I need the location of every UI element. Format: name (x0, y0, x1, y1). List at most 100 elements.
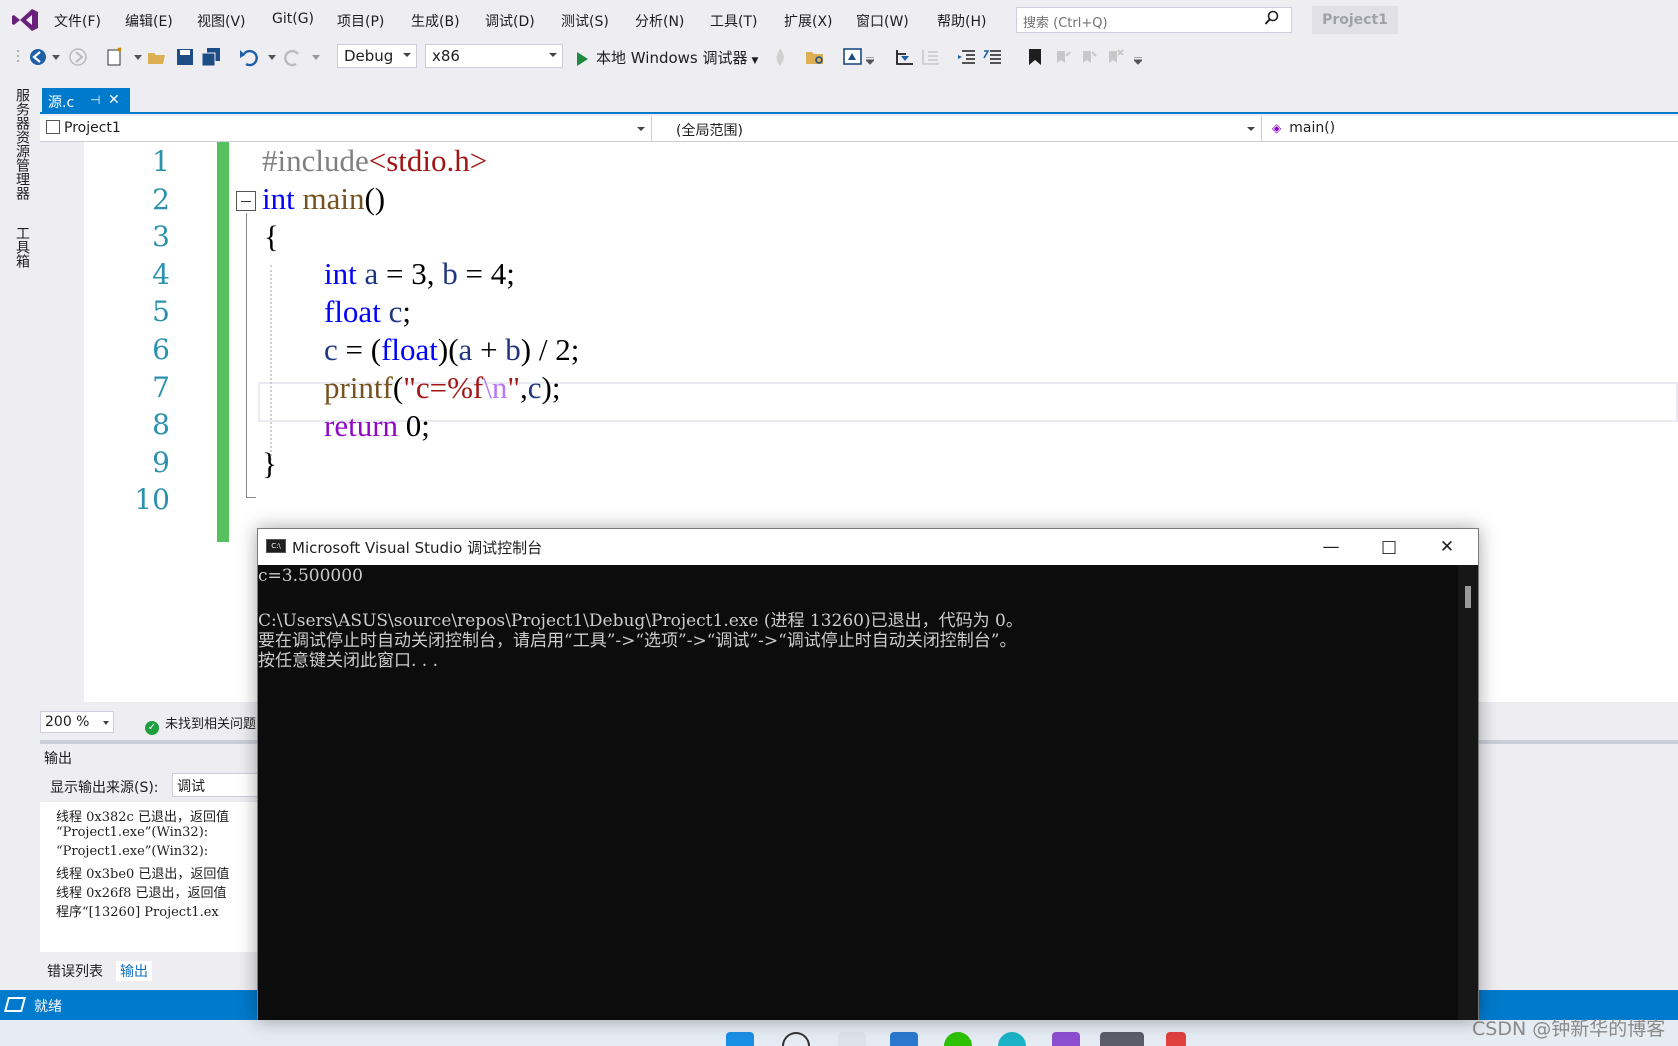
maximize-button[interactable]: □ (1360, 529, 1418, 565)
platform-value: x86 (432, 47, 460, 65)
code-text: ; (402, 294, 411, 329)
output-source-select[interactable]: 调试 (172, 773, 262, 797)
debug-target-label: 本地 Windows 调试器 (596, 49, 748, 67)
variable: b (505, 332, 521, 367)
collapse-region-icon[interactable] (236, 191, 256, 211)
project-icon (46, 120, 60, 134)
visual-studio-taskbar-icon[interactable] (1052, 1032, 1080, 1046)
issues-text: 未找到相关问题 (165, 717, 257, 732)
code-line-8[interactable]: return 0; (324, 408, 430, 444)
undo-icon[interactable] (238, 46, 260, 68)
clear-bookmarks-icon[interactable] (1104, 46, 1126, 68)
close-tab-icon[interactable]: ✕ (108, 92, 120, 108)
code-text: = ( (337, 332, 382, 367)
variable: c (324, 332, 338, 367)
chevron-down-icon[interactable] (268, 55, 276, 61)
code-line-2[interactable]: int main() (262, 181, 385, 217)
open-folder-icon[interactable] (146, 46, 168, 68)
code-line-1[interactable]: #include<stdio.h> (262, 143, 487, 179)
step-out-icon[interactable] (920, 46, 942, 68)
find-in-files-icon[interactable] (804, 46, 826, 68)
project-dropdown[interactable]: Project1 (40, 116, 652, 142)
start-menu-icon[interactable] (726, 1032, 754, 1046)
string-literal: " (507, 370, 521, 405)
save-all-icon[interactable] (200, 46, 222, 68)
redo-icon[interactable] (282, 46, 304, 68)
menu-bar (0, 0, 1678, 40)
code-text: { (264, 219, 279, 254)
menu-item[interactable]: 编辑(E) (125, 11, 173, 31)
task-view-icon[interactable] (890, 1032, 918, 1046)
string-literal: "c=%f (403, 370, 484, 405)
search-icon[interactable] (1264, 10, 1280, 26)
solution-configuration-select[interactable]: Debug (337, 44, 417, 68)
menu-item[interactable]: 调试(D) (485, 11, 535, 31)
issues-indicator[interactable]: ✓ 未找到相关问题 (145, 713, 256, 735)
zoom-level-select[interactable]: 200 % (40, 711, 114, 733)
solution-explorer-icon[interactable] (842, 46, 864, 68)
comment-lines-icon[interactable] (982, 46, 1004, 68)
menu-item[interactable]: 窗口(W) (856, 11, 909, 31)
code-line-9[interactable]: } (262, 446, 277, 482)
chevron-down-icon[interactable] (866, 57, 874, 65)
variable: b (442, 256, 458, 291)
pin-tab-icon[interactable]: ⊣ (90, 93, 100, 107)
chevron-down-icon[interactable] (52, 55, 60, 61)
chevron-down-icon[interactable] (312, 55, 320, 61)
code-line-4[interactable]: int a = 3, b = 4; (324, 256, 515, 292)
file-explorer-taskbar-icon[interactable] (838, 1032, 866, 1046)
decrease-indent-icon[interactable] (956, 46, 978, 68)
menu-item[interactable]: 分析(N) (635, 11, 684, 31)
output-line: 线程 0x26f8 已退出，返回值 (56, 886, 227, 901)
menu-item[interactable]: 生成(B) (411, 11, 460, 31)
menu-item[interactable]: 扩展(X) (784, 11, 833, 31)
function-name: printf (324, 370, 393, 405)
toolbox-tab[interactable]: 工具箱 (12, 226, 32, 268)
bookmark-icon[interactable] (1024, 46, 1046, 68)
app-taskbar-icon[interactable] (1166, 1032, 1186, 1046)
line-number: 10 (134, 483, 170, 517)
indicator-margin[interactable] (40, 142, 84, 702)
code-line-3[interactable]: { (264, 219, 279, 255)
tab-output[interactable]: 输出 (116, 961, 152, 981)
code-line-5[interactable]: float c; (324, 294, 411, 330)
code-line-7[interactable]: printf("c=%f\n",c); (324, 370, 560, 406)
close-window-button[interactable]: ✕ (1418, 529, 1476, 565)
navigate-forward-icon[interactable] (68, 47, 88, 67)
visual-studio-logo-icon[interactable] (10, 6, 40, 34)
save-icon[interactable] (174, 46, 196, 68)
menu-item[interactable]: 帮助(H) (937, 11, 986, 31)
hot-reload-icon[interactable] (770, 46, 790, 68)
zoom-value: 200 % (45, 714, 90, 730)
code-line-6[interactable]: c = (float)(a + b) / 2; (324, 332, 579, 368)
start-debugging-button[interactable]: 本地 Windows 调试器 ▼ (577, 47, 758, 68)
menu-item[interactable]: 测试(S) (561, 11, 609, 31)
member-dropdown[interactable]: ◈ main() (1262, 116, 1678, 142)
solution-name-badge[interactable]: Project1 (1312, 6, 1398, 34)
minimize-button[interactable]: — (1302, 529, 1360, 565)
play-icon (577, 51, 588, 66)
new-item-icon[interactable] (104, 46, 126, 68)
server-explorer-tab[interactable]: 服务器资源管理器 (12, 88, 32, 200)
menu-item[interactable]: 项目(P) (337, 11, 384, 31)
console-scrollbar[interactable] (1458, 565, 1478, 1020)
search-input[interactable]: 搜索 (Ctrl+Q) (1016, 7, 1292, 33)
scope-dropdown[interactable]: (全局范围) (652, 116, 1262, 142)
console-scroll-thumb[interactable] (1465, 586, 1471, 608)
navigate-back-icon[interactable] (28, 47, 48, 67)
menu-item[interactable]: 工具(T) (710, 11, 757, 31)
tab-source-file[interactable]: 源.c ⊣ ✕ (42, 88, 130, 114)
solution-platform-select[interactable]: x86 (425, 44, 563, 68)
menu-item[interactable]: 视图(V) (197, 11, 246, 31)
menu-item[interactable]: 文件(F) (54, 11, 101, 31)
chevron-down-icon[interactable] (134, 55, 142, 61)
step-into-icon[interactable] (894, 46, 916, 68)
console-taskbar-icon[interactable] (1100, 1032, 1144, 1046)
toolbar-options-icon[interactable] (1134, 57, 1142, 65)
menu-item[interactable]: Git(G) (272, 11, 314, 27)
tab-error-list[interactable]: 错误列表 (47, 961, 103, 981)
output-text-area[interactable]: 线程 0x382c 已退出，返回值 “Project1.exe”(Win32): “… (40, 802, 265, 952)
previous-bookmark-icon[interactable] (1052, 46, 1074, 68)
code-text: 0; (398, 408, 430, 443)
next-bookmark-icon[interactable] (1078, 46, 1100, 68)
